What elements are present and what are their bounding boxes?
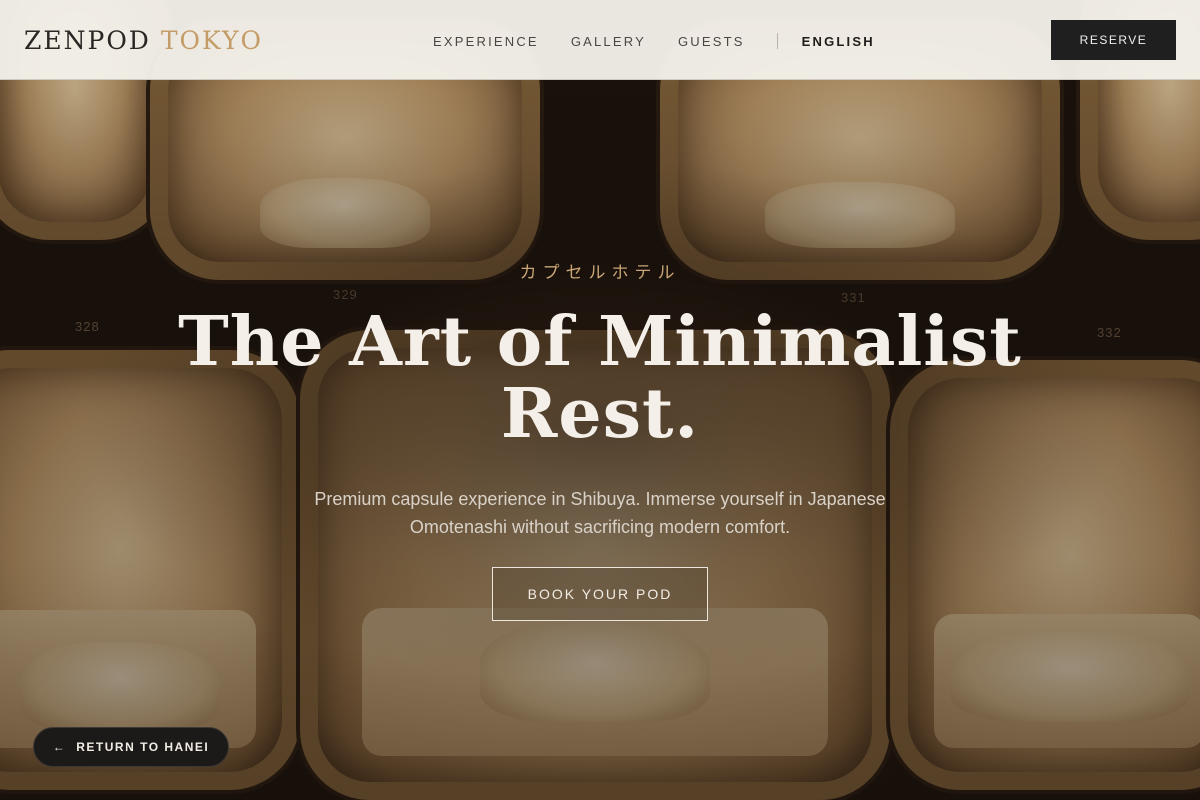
top-navbar: ZENPOD TOKYO EXPERIENCE GALLERY GUESTS E… bbox=[0, 0, 1200, 80]
return-button-label: RETURN TO HANEI bbox=[76, 740, 210, 754]
nav-link-guests[interactable]: GUESTS bbox=[678, 34, 745, 49]
return-button[interactable]: ← RETURN TO HANEI bbox=[33, 727, 229, 767]
brand-name: ZENPOD bbox=[24, 26, 151, 55]
hero-description: Premium capsule experience in Shibuya. I… bbox=[280, 485, 920, 541]
hero-headline: The Art of Minimalist Rest. bbox=[100, 306, 1100, 450]
primary-nav: EXPERIENCE GALLERY GUESTS ENGLISH bbox=[433, 33, 875, 49]
description-line-2: Omotenashi without sacrificing modern co… bbox=[409, 517, 791, 537]
language-selector[interactable]: ENGLISH bbox=[802, 34, 875, 49]
nav-link-experience[interactable]: EXPERIENCE bbox=[433, 34, 539, 49]
nav-divider bbox=[776, 33, 778, 49]
headline-line-1: The Art of Minimalist bbox=[178, 302, 1022, 382]
arrow-left-icon: ← bbox=[52, 740, 67, 754]
brand-logo[interactable]: ZENPOD TOKYO bbox=[24, 26, 263, 55]
brand-city: TOKYO bbox=[160, 26, 263, 55]
book-your-pod-button[interactable]: BOOK YOUR POD bbox=[492, 567, 708, 621]
headline-line-2: Rest. bbox=[500, 374, 700, 454]
hero-kana-subtitle: カプセルホテル bbox=[519, 263, 681, 283]
reserve-button[interactable]: RESERVE bbox=[1051, 20, 1176, 60]
description-line-1: Premium capsule experience in Shibuya. I… bbox=[314, 489, 886, 509]
nav-link-gallery[interactable]: GALLERY bbox=[571, 34, 646, 49]
